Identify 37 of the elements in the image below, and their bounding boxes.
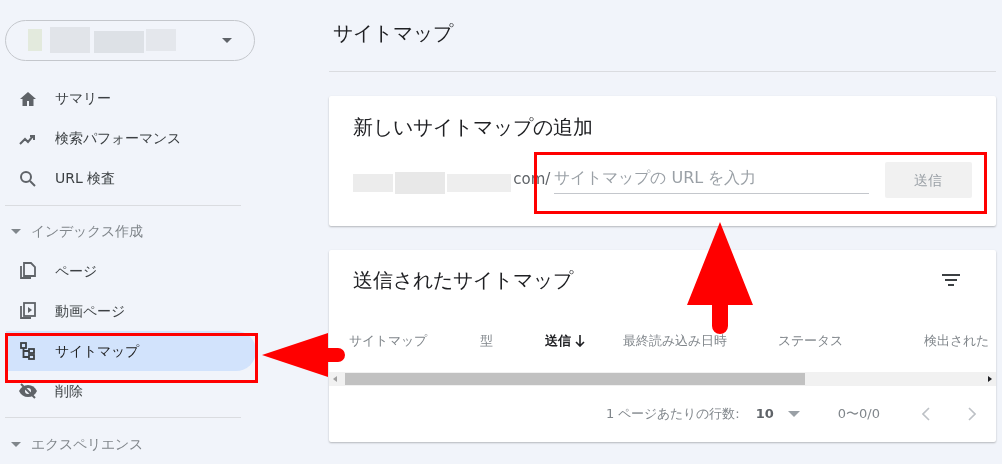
collapse-caret-icon[interactable] [11, 229, 21, 235]
nav-item[interactable]: URL 検査 [6, 158, 256, 199]
column-header[interactable]: 検出された [924, 331, 996, 351]
scroll-right-icon[interactable] [986, 375, 994, 383]
scrollbar-thumb[interactable] [345, 373, 805, 385]
nav-item[interactable]: 検索パフォーマンス [6, 118, 256, 159]
page-title: サイトマップ [333, 19, 453, 47]
filter-icon[interactable] [942, 274, 960, 286]
section-heading[interactable]: エクスペリエンス [31, 433, 143, 455]
horizontal-scrollbar[interactable] [329, 372, 996, 386]
rows-per-page-select[interactable]: 10 [755, 404, 800, 424]
pages-icon [18, 261, 38, 282]
page-range: 0〜0/0 [837, 405, 880, 424]
column-header[interactable]: 型 [480, 331, 545, 351]
card-title: 送信されたサイトマップ [353, 267, 573, 294]
column-header[interactable]: サイトマップ [349, 331, 480, 351]
column-header[interactable]: ステータス [778, 331, 924, 351]
scroll-left-icon[interactable] [331, 375, 339, 383]
collapse-caret-icon[interactable] [11, 441, 21, 447]
sitemap-icon [18, 341, 38, 362]
rows-per-page-label: 1 ページあたりの行数: [605, 405, 740, 424]
card-title: 新しいサイトマップの追加 [353, 114, 594, 141]
next-page-icon[interactable] [968, 407, 976, 421]
section-heading[interactable]: インデックス作成 [31, 221, 143, 243]
column-header[interactable]: 送信 [545, 331, 623, 351]
nav-item[interactable]: 動画ページ [6, 291, 256, 332]
dropdown-caret-icon [222, 37, 232, 43]
search-icon [18, 168, 38, 189]
dropdown-caret-icon [787, 411, 800, 417]
sitemap-url-field[interactable]: サイトマップの URL を入力 [554, 166, 869, 194]
column-header[interactable]: 最終読み込み日時 [623, 331, 778, 351]
nav-item[interactable]: サマリー [6, 78, 256, 119]
previous-page-icon[interactable] [922, 407, 930, 421]
sort-down-icon [575, 335, 585, 347]
video-page-icon [18, 301, 38, 322]
nav-item[interactable]: 削除 [6, 371, 256, 412]
nav-item[interactable]: ページ [6, 251, 256, 292]
